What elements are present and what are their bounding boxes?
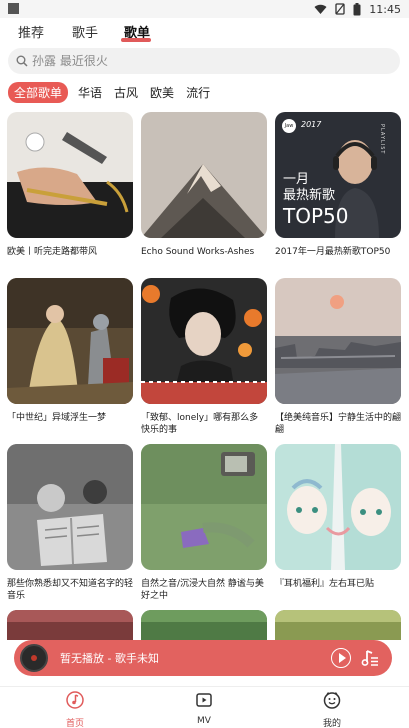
nav-home[interactable]: 首页 bbox=[45, 691, 105, 728]
playlist-cover-image bbox=[275, 444, 401, 570]
playlist-title: Echo Sound Works-Ashes bbox=[141, 247, 255, 257]
search-bar[interactable] bbox=[8, 48, 400, 74]
playlist-card[interactable]: 「中世纪」异域浮生一梦 bbox=[7, 278, 133, 424]
app-notification-icon bbox=[8, 3, 19, 14]
cover-year: 2017 bbox=[301, 120, 322, 129]
playlist-card[interactable]: 自然之音/沉浸大自然 静谧与美好之中 bbox=[141, 444, 267, 602]
playlist-cover-image bbox=[7, 278, 133, 404]
tab-recommend[interactable]: 推荐 bbox=[18, 22, 44, 41]
nav-mv[interactable]: MV bbox=[174, 691, 234, 726]
playlist-card[interactable] bbox=[275, 610, 401, 640]
playlist-card[interactable]: 【绝美纯音乐】宁静生活中的翩翩 bbox=[275, 278, 401, 436]
playlist-title: 欧美丨听完走路都带风 bbox=[7, 247, 98, 257]
music-note-icon bbox=[66, 691, 84, 709]
playlist-cover-image bbox=[141, 444, 267, 570]
playlist-title: 自然之音/沉浸大自然 静谧与美好之中 bbox=[141, 579, 264, 601]
search-icon bbox=[16, 55, 28, 67]
playlist-card[interactable] bbox=[7, 610, 133, 640]
status-bar: 11:45 bbox=[0, 0, 409, 18]
no-sim-icon bbox=[335, 3, 345, 15]
album-disc-icon[interactable] bbox=[20, 644, 48, 672]
nav-mine[interactable]: 我的 bbox=[302, 691, 362, 728]
status-icons: 11:45 bbox=[314, 2, 401, 16]
playlist-title: 「致郁、lonely」哪有那么多快乐的事 bbox=[141, 413, 259, 435]
playlist-card[interactable]: 那些你熟悉却又不知道名字的轻音乐 bbox=[7, 444, 133, 602]
battery-icon bbox=[353, 2, 361, 15]
playlist-cover-image bbox=[7, 610, 133, 640]
playlist-cover-image bbox=[7, 112, 133, 238]
playlist-card[interactable] bbox=[141, 610, 267, 640]
cover-vertical-text: PLAYLIST bbox=[379, 124, 385, 155]
bottom-navigation: 首页 MV 我的 bbox=[0, 686, 409, 728]
nav-mv-label: MV bbox=[197, 716, 211, 726]
playlist-cover-image bbox=[141, 610, 267, 640]
filter-ancient-style[interactable]: 古风 bbox=[112, 82, 140, 103]
tab-active-indicator bbox=[121, 38, 151, 42]
top-tabs: 推荐 歌手 歌单 bbox=[0, 18, 409, 44]
playlist-cover-image bbox=[7, 444, 133, 570]
wifi-icon bbox=[314, 4, 327, 14]
playlist-cover-image bbox=[275, 610, 401, 640]
profile-icon bbox=[323, 692, 341, 709]
filter-pop[interactable]: 流行 bbox=[184, 82, 212, 103]
playlist-title: 2017年一月最热新歌TOP50 bbox=[275, 247, 391, 257]
filter-all[interactable]: 全部歌单 bbox=[8, 81, 69, 103]
playlist-card[interactable]: Echo Sound Works-Ashes bbox=[141, 112, 267, 258]
playlist-cover-image bbox=[275, 278, 401, 404]
filter-western[interactable]: 欧美 bbox=[148, 82, 176, 103]
cover-line2: 最热新歌 bbox=[283, 188, 336, 203]
nav-home-label: 首页 bbox=[65, 719, 84, 728]
playlist-cover-image bbox=[141, 278, 267, 404]
clock: 11:45 bbox=[369, 2, 401, 16]
playlist-cover-image bbox=[141, 112, 267, 238]
tab-singers[interactable]: 歌手 bbox=[72, 22, 98, 41]
playlist-card[interactable]: Jaw 2017 PLAYLIST 一月 最热新歌 TOP50 2017年一月最… bbox=[275, 112, 401, 258]
playlist-card[interactable]: 『耳机福利』左右耳已贴 bbox=[275, 444, 401, 590]
playlist-card[interactable]: 欧美丨听完走路都带风 bbox=[7, 112, 133, 258]
now-playing-text: 暂无播放 - 歌手未知 bbox=[60, 652, 159, 665]
playlist-card[interactable]: 「致郁、lonely」哪有那么多快乐的事 bbox=[141, 278, 267, 436]
nav-mine-label: 我的 bbox=[322, 719, 341, 728]
cover-line3: TOP50 bbox=[283, 204, 349, 228]
playlist-title: 那些你熟悉却又不知道名字的轻音乐 bbox=[7, 579, 134, 601]
playlist-queue-icon[interactable] bbox=[360, 648, 380, 668]
filter-chinese[interactable]: 华语 bbox=[76, 82, 104, 103]
cover-badge: Jaw bbox=[282, 119, 296, 133]
playlist-title: 『耳机福利』左右耳已贴 bbox=[275, 579, 375, 589]
video-icon bbox=[196, 693, 212, 707]
category-filters: 全部歌单 华语 古风 欧美 流行 bbox=[8, 81, 212, 103]
playlist-title: 「中世纪」异域浮生一梦 bbox=[7, 413, 107, 423]
playlist-cover-image: Jaw 2017 PLAYLIST 一月 最热新歌 TOP50 bbox=[275, 112, 401, 238]
playlist-title: 【绝美纯音乐】宁静生活中的翩翩 bbox=[275, 413, 402, 435]
play-icon[interactable] bbox=[331, 648, 351, 668]
search-input[interactable] bbox=[32, 54, 372, 68]
mini-player[interactable]: 暂无播放 - 歌手未知 bbox=[14, 640, 392, 676]
